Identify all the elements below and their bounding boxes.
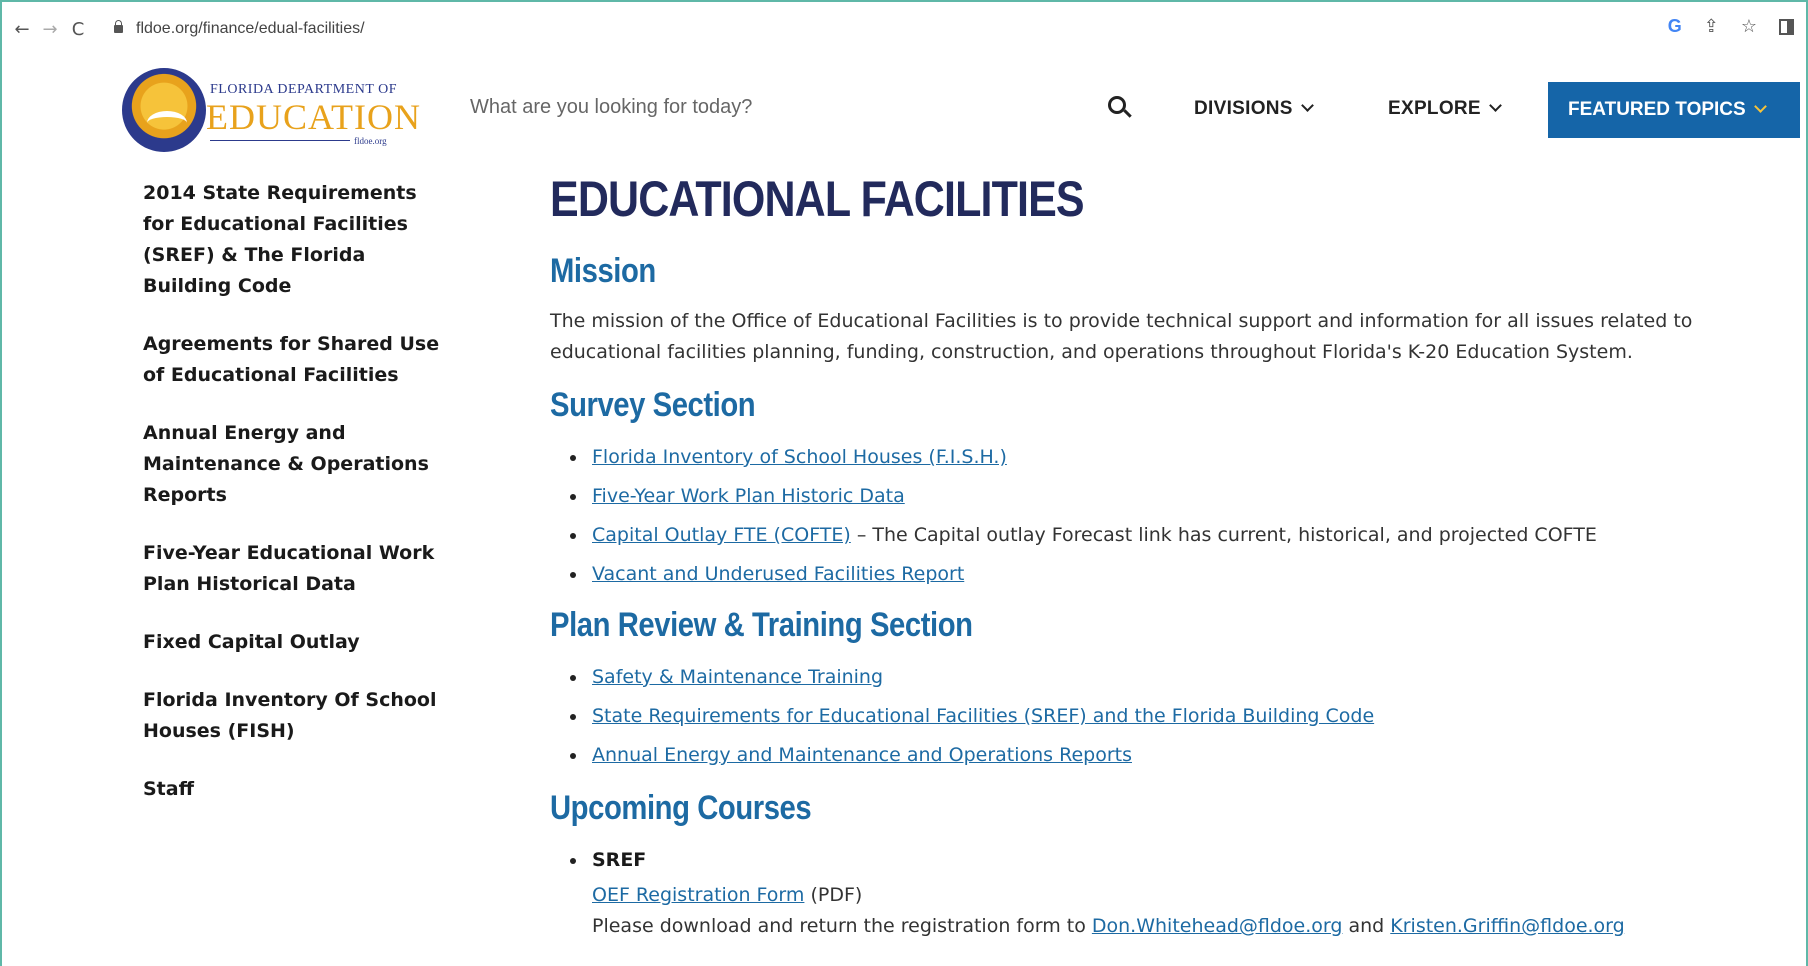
sidebar-nav: 2014 State Requirements for Educational … <box>143 178 443 832</box>
list-item: Capital Outlay FTE (COFTE) – The Capital… <box>570 516 1780 555</box>
search-input[interactable]: What are you looking for today? <box>470 96 752 119</box>
list-item: SREF <box>570 841 1780 880</box>
menu-explore[interactable]: EXPLORE <box>1388 98 1502 120</box>
and-text: and <box>1342 915 1391 937</box>
email-link-griffin[interactable]: Kristen.Griffin@fldoe.org <box>1390 915 1624 937</box>
plan-review-list: Safety & Maintenance Training State Requ… <box>570 658 1780 775</box>
chevron-down-icon <box>1489 99 1502 112</box>
email-link-whitehead[interactable]: Don.Whitehead@fldoe.org <box>1092 915 1343 937</box>
bookmark-star-icon[interactable]: ☆ <box>1741 16 1757 37</box>
back-arrow-icon[interactable]: ← <box>8 19 36 40</box>
fldoe-logo[interactable]: FLORIDA DEPARTMENT OF EDUCATION fldoe.or… <box>122 68 420 154</box>
mission-text: The mission of the Office of Educational… <box>550 310 1693 363</box>
registration-form-suffix: (PDF) <box>804 884 863 906</box>
sidebar-item-staff[interactable]: Staff <box>143 774 443 805</box>
cofte-link[interactable]: Capital Outlay FTE (COFTE) <box>592 524 851 546</box>
address-bar[interactable]: fldoe.org/finance/edual-facilities/ <box>136 20 365 38</box>
forward-arrow-icon[interactable]: → <box>36 19 64 40</box>
list-item: Vacant and Underused Facilities Report <box>570 555 1780 594</box>
survey-heading: Survey Section <box>550 386 756 424</box>
sidebar-item-fixed-capital[interactable]: Fixed Capital Outlay <box>143 627 443 658</box>
courses-list: SREF <box>570 841 1780 880</box>
featured-topics-button[interactable]: FEATURED TOPICS <box>1548 82 1800 138</box>
energy-reports-link[interactable]: Annual Energy and Maintenance and Operat… <box>592 744 1132 766</box>
sidebar-item-fish[interactable]: Florida Inventory Of School Houses (FISH… <box>143 685 443 747</box>
menu-explore-label: EXPLORE <box>1388 98 1481 119</box>
vacant-facilities-link[interactable]: Vacant and Underused Facilities Report <box>592 563 964 585</box>
side-panel-icon[interactable] <box>1779 18 1794 35</box>
sidebar-item-shared-use[interactable]: Agreements for Shared Use of Educational… <box>143 329 443 391</box>
list-item: State Requirements for Educational Facil… <box>570 697 1780 736</box>
state-seal-icon <box>122 68 206 152</box>
registration-instructions: Please download and return the registrat… <box>592 915 1092 937</box>
google-icon[interactable]: G <box>1668 16 1682 37</box>
chevron-down-icon <box>1753 99 1767 113</box>
upcoming-courses-heading: Upcoming Courses <box>550 789 812 827</box>
page-title: EDUCATIONAL FACILITIES <box>550 171 1085 227</box>
survey-list: Florida Inventory of School Houses (F.I.… <box>570 438 1780 594</box>
sidebar-item-work-plan[interactable]: Five-Year Educational Work Plan Historic… <box>143 538 443 600</box>
list-item: Annual Energy and Maintenance and Operat… <box>570 736 1780 775</box>
chevron-down-icon <box>1300 99 1314 112</box>
registration-form-link[interactable]: OEF Registration Form <box>592 884 804 906</box>
safety-training-link[interactable]: Safety & Maintenance Training <box>592 666 883 688</box>
logo-sub-text: fldoe.org <box>354 136 387 146</box>
site-header: FLORIDA DEPARTMENT OF EDUCATION fldoe.or… <box>0 60 1808 160</box>
search-icon[interactable] <box>1108 96 1132 118</box>
menu-divisions-label: DIVISIONS <box>1194 98 1293 119</box>
course-name: SREF <box>592 849 647 871</box>
work-plan-link[interactable]: Five-Year Work Plan Historic Data <box>592 485 905 507</box>
cofte-note: – The Capital outlay Forecast link has c… <box>850 524 1597 546</box>
lock-icon[interactable] <box>110 20 126 33</box>
logo-divider <box>210 140 350 141</box>
menu-divisions[interactable]: DIVISIONS <box>1194 98 1314 120</box>
course-details: OEF Registration Form (PDF) Please downl… <box>570 880 1780 942</box>
featured-topics-label: FEATURED TOPICS <box>1568 99 1746 120</box>
browser-toolbar: ← → C fldoe.org/finance/edual-facilities… <box>8 10 1804 48</box>
main-content: EDUCATIONAL FACILITIES Mission The missi… <box>550 170 1780 942</box>
logo-main-text: EDUCATION <box>206 97 421 137</box>
sidebar-item-energy-reports[interactable]: Annual Energy and Maintenance & Operatio… <box>143 418 443 511</box>
sidebar-item-sref[interactable]: 2014 State Requirements for Educational … <box>143 178 443 302</box>
list-item: Safety & Maintenance Training <box>570 658 1780 697</box>
list-item: Five-Year Work Plan Historic Data <box>570 477 1780 516</box>
mission-heading: Mission <box>550 252 656 290</box>
sref-link[interactable]: State Requirements for Educational Facil… <box>592 705 1374 727</box>
fish-link[interactable]: Florida Inventory of School Houses (F.I.… <box>592 446 1007 468</box>
reload-icon[interactable]: C <box>64 19 92 40</box>
list-item: Florida Inventory of School Houses (F.I.… <box>570 438 1780 477</box>
plan-review-heading: Plan Review & Training Section <box>550 606 973 644</box>
share-icon[interactable]: ⇪ <box>1704 16 1719 37</box>
